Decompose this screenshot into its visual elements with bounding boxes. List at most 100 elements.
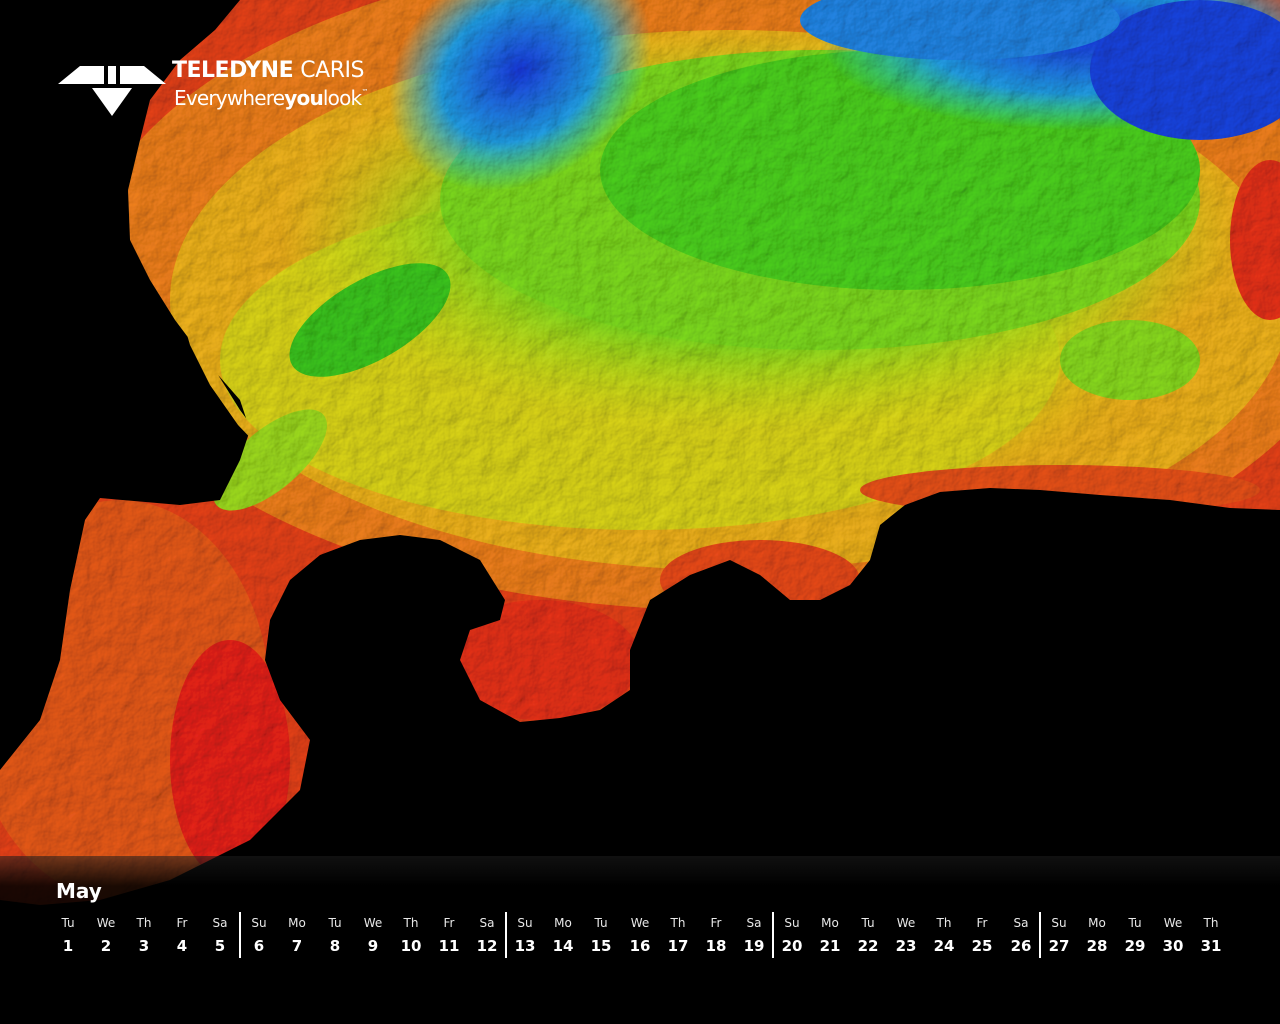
calendar-day: Mo 28 bbox=[1078, 914, 1116, 960]
calendar-days: Tu 1 We 2 Th 3 Fr 4 Sa 5 Su 6 Mo 7 Tu 8 We 9 Th 10 Fr 11 Sa 12 S… bbox=[49, 912, 1249, 962]
day-number: 15 bbox=[590, 937, 612, 955]
day-number: 26 bbox=[1010, 937, 1032, 955]
day-number: 20 bbox=[781, 937, 803, 955]
day-number: 23 bbox=[895, 937, 917, 955]
calendar-day: Su 27 bbox=[1040, 914, 1078, 960]
day-of-week: Tu bbox=[1128, 916, 1142, 930]
day-of-week: Mo bbox=[1088, 916, 1106, 930]
day-number: 17 bbox=[667, 937, 689, 955]
day-of-week: We bbox=[896, 916, 916, 930]
day-number: 18 bbox=[705, 937, 727, 955]
day-number: 4 bbox=[176, 937, 188, 955]
day-number: 10 bbox=[400, 937, 422, 955]
brand-name-light: CARIS bbox=[300, 58, 364, 83]
week-separator bbox=[772, 912, 774, 958]
day-number: 2 bbox=[100, 937, 112, 955]
day-of-week: Th bbox=[403, 916, 419, 930]
calendar-day: Mo 14 bbox=[544, 914, 582, 960]
day-number: 7 bbox=[291, 937, 303, 955]
day-number: 21 bbox=[819, 937, 841, 955]
day-of-week: Th bbox=[936, 916, 952, 930]
day-of-week: Tu bbox=[594, 916, 608, 930]
day-of-week: Mo bbox=[554, 916, 572, 930]
teledyne-wing-icon bbox=[58, 66, 166, 116]
day-number: 6 bbox=[253, 937, 265, 955]
calendar-day: We 16 bbox=[621, 914, 659, 960]
day-of-week: Fr bbox=[710, 916, 722, 930]
day-of-week: Tu bbox=[861, 916, 875, 930]
calendar-day: We 23 bbox=[887, 914, 925, 960]
calendar-day: Fr 4 bbox=[163, 914, 201, 960]
calendar-day: We 9 bbox=[354, 914, 392, 960]
calendar-day: Su 6 bbox=[240, 914, 278, 960]
day-number: 13 bbox=[514, 937, 536, 955]
trademark-mark: ™ bbox=[361, 88, 368, 96]
day-number: 11 bbox=[438, 937, 460, 955]
day-of-week: Su bbox=[251, 916, 267, 930]
day-of-week: Th bbox=[670, 916, 686, 930]
day-number: 25 bbox=[971, 937, 993, 955]
week-separator bbox=[1039, 912, 1041, 958]
calendar-day: Th 10 bbox=[392, 914, 430, 960]
day-number: 3 bbox=[138, 937, 150, 955]
brand-tagline: Everywhereyoulook™ bbox=[174, 86, 368, 110]
calendar-day: Su 20 bbox=[773, 914, 811, 960]
calendar-day: We 2 bbox=[87, 914, 125, 960]
day-of-week: Su bbox=[517, 916, 533, 930]
day-of-week: We bbox=[363, 916, 383, 930]
day-number: 22 bbox=[857, 937, 879, 955]
teledyne-caris-logo: TELEDYNE CARIS Everywhereyoulook™ bbox=[58, 58, 398, 118]
day-number: 8 bbox=[329, 937, 341, 955]
day-number: 30 bbox=[1162, 937, 1184, 955]
day-of-week: Sa bbox=[212, 916, 228, 930]
day-of-week: Sa bbox=[1013, 916, 1029, 930]
day-of-week: We bbox=[1163, 916, 1183, 930]
day-number: 1 bbox=[62, 937, 74, 955]
wallpaper: TELEDYNE CARIS Everywhereyoulook™ May Tu… bbox=[0, 0, 1280, 1024]
calendar-month: May bbox=[56, 879, 102, 903]
day-of-week: Tu bbox=[328, 916, 342, 930]
day-of-week: Sa bbox=[746, 916, 762, 930]
tagline-part2: you bbox=[284, 86, 323, 110]
day-number: 31 bbox=[1200, 937, 1222, 955]
day-of-week: Sa bbox=[479, 916, 495, 930]
tagline-part1: Everywhere bbox=[174, 86, 285, 110]
calendar-day: Tu 22 bbox=[849, 914, 887, 960]
calendar-day: Th 3 bbox=[125, 914, 163, 960]
day-number: 24 bbox=[933, 937, 955, 955]
day-of-week: Su bbox=[1051, 916, 1067, 930]
calendar-day: Fr 25 bbox=[963, 914, 1001, 960]
day-of-week: Th bbox=[1203, 916, 1219, 930]
calendar-day: Th 17 bbox=[659, 914, 697, 960]
day-number: 16 bbox=[629, 937, 651, 955]
day-number: 5 bbox=[214, 937, 226, 955]
calendar-day: Sa 5 bbox=[201, 914, 239, 960]
calendar-day: Su 13 bbox=[506, 914, 544, 960]
calendar-day: Fr 11 bbox=[430, 914, 468, 960]
calendar-day: We 30 bbox=[1154, 914, 1192, 960]
calendar-day: Sa 19 bbox=[735, 914, 773, 960]
week-separator bbox=[505, 912, 507, 958]
calendar-day: Mo 7 bbox=[278, 914, 316, 960]
week-separator bbox=[239, 912, 241, 958]
tagline-part3: look bbox=[322, 86, 362, 110]
calendar-day: Tu 15 bbox=[582, 914, 620, 960]
calendar-day: Tu 1 bbox=[49, 914, 87, 960]
day-number: 28 bbox=[1086, 937, 1108, 955]
day-number: 19 bbox=[743, 937, 765, 955]
day-of-week: Fr bbox=[176, 916, 188, 930]
day-number: 12 bbox=[476, 937, 498, 955]
calendar-day: Fr 18 bbox=[697, 914, 735, 960]
brand-name-bold: TELEDYNE bbox=[172, 58, 294, 83]
day-number: 29 bbox=[1124, 937, 1146, 955]
calendar-day: Mo 21 bbox=[811, 914, 849, 960]
calendar-day: Sa 12 bbox=[468, 914, 506, 960]
day-of-week: Mo bbox=[821, 916, 839, 930]
day-of-week: Fr bbox=[443, 916, 455, 930]
calendar-day: Th 31 bbox=[1192, 914, 1230, 960]
day-of-week: Th bbox=[136, 916, 152, 930]
day-number: 27 bbox=[1048, 937, 1070, 955]
day-number: 9 bbox=[367, 937, 379, 955]
day-number: 14 bbox=[552, 937, 574, 955]
brand-name: TELEDYNE CARIS bbox=[172, 58, 364, 83]
